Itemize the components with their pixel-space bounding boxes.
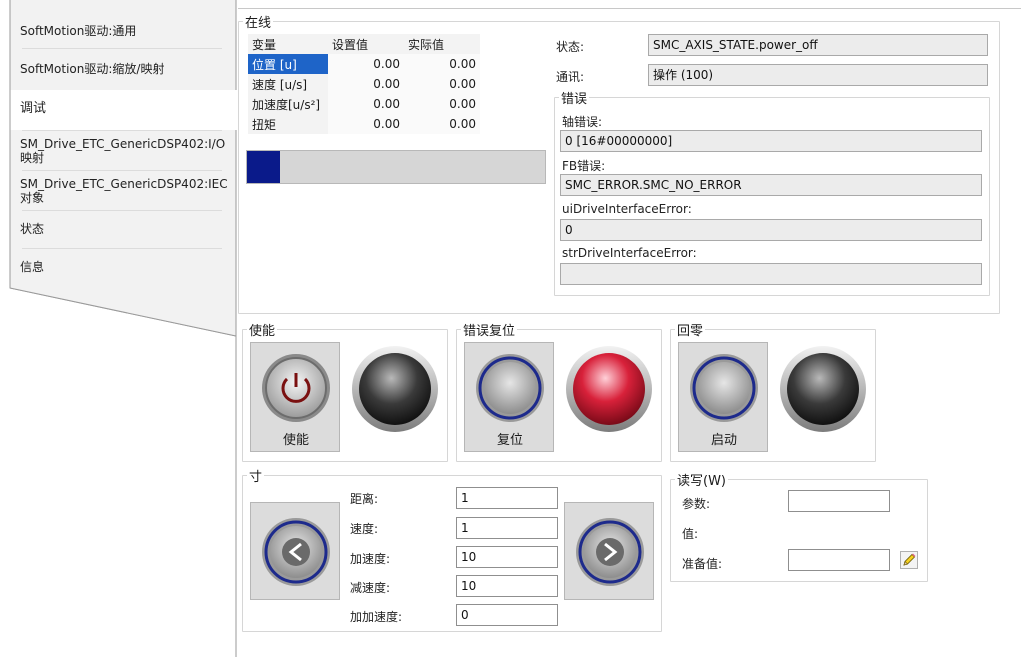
tab-separator [22,170,222,171]
tab-label: 信息 [20,260,45,274]
tab-separator [22,210,222,211]
debug-panel: 在线 变量 设置值 实际值 位置 [u] 0.00 0.00 速度 [u/s] … [238,8,1021,657]
table-row[interactable]: 扭矩 0.00 0.00 [248,114,480,134]
round-button-icon [476,354,544,422]
tab-label: SoftMotion驱动:通用 [20,24,137,38]
variables-table: 变量 设置值 实际值 位置 [u] 0.00 0.00 速度 [u/s] 0.0… [248,34,480,134]
enable-group-title: 使能 [249,324,276,339]
arrow-right-icon [576,518,644,586]
tab-debug[interactable]: 调试 [10,98,232,120]
tab-label: SoftMotion驱动:缩放/映射 [20,62,165,76]
tab-status[interactable]: 状态 [10,218,232,240]
homing-start-button[interactable]: 启动 [678,342,768,452]
progress-fill [247,151,280,183]
jog-jerk-input[interactable]: 0 [456,604,558,626]
actual-value: 0.00 [404,114,480,134]
jog-velocity-label: 速度: [350,522,379,536]
param-label: 参数: [682,497,711,511]
set-value: 0.00 [328,74,404,94]
tab-io-mapping[interactable]: SM_Drive_ETC_GenericDSP402:I/O 映射 [10,136,232,166]
arrow-left-icon [262,518,330,586]
jog-deceleration-input[interactable]: 10 [456,575,558,597]
power-icon [262,354,330,422]
tab-iec-objects[interactable]: SM_Drive_ETC_GenericDSP402:IEC 对象 [10,176,232,206]
table-header: 变量 设置值 实际值 [248,34,480,54]
status-value: SMC_AXIS_STATE.power_off [648,34,988,56]
prepare-value-label: 准备值: [682,557,723,571]
comm-label: 通讯: [556,70,585,84]
tab-label: SM_Drive_ETC_GenericDSP402:I/O 映射 [20,137,226,165]
enable-status-lamp [352,346,438,432]
tab-info[interactable]: 信息 [10,256,232,278]
jog-group-title: 寸 [249,470,263,485]
table-row[interactable]: 速度 [u/s] 0.00 0.00 [248,74,480,94]
set-value: 0.00 [328,54,404,74]
jog-jerk-label: 加加速度: [350,610,403,624]
str-drive-error-label: strDriveInterfaceError: [562,246,697,260]
jog-acceleration-label: 加速度: [350,552,391,566]
set-value: 0.00 [328,114,404,134]
variable-name: 扭矩 [248,114,328,134]
read-write-group-title: 读写(W) [677,474,726,489]
fb-error-value: SMC_ERROR.SMC_NO_ERROR [560,174,982,196]
reset-button-label: 复位 [496,433,523,448]
error-reset-group-title: 错误复位 [463,324,516,339]
set-value: 0.00 [328,94,404,114]
round-button-icon [690,354,758,422]
top-divider [238,8,1021,9]
prepare-value-input[interactable] [788,549,890,571]
tab-softmotion-general[interactable]: SoftMotion驱动:通用 [10,20,232,42]
tab-separator [22,130,222,131]
column-header: 设置值 [328,34,404,54]
online-group-title: 在线 [245,16,272,31]
tab-label: SM_Drive_ETC_GenericDSP402:IEC 对象 [20,177,228,205]
enable-button-label: 使能 [282,433,309,448]
homing-group-title: 回零 [677,324,704,339]
tab-softmotion-scaling[interactable]: SoftMotion驱动:缩放/映射 [10,58,232,80]
jog-right-button[interactable] [564,502,654,600]
table-row[interactable]: 位置 [u] 0.00 0.00 [248,54,480,74]
fb-error-label: FB错误: [562,159,606,173]
axis-error-label: 轴错误: [562,115,603,129]
param-input[interactable] [788,490,890,512]
status-label: 状态: [556,40,585,54]
comm-value: 操作 (100) [648,64,988,86]
position-progress-bar [246,150,546,184]
tab-label: 调试 [20,101,47,116]
jog-left-button[interactable] [250,502,340,600]
homing-status-lamp [780,346,866,432]
tab-strip: SoftMotion驱动:通用 SoftMotion驱动:缩放/映射 调试 SM… [0,0,238,657]
reset-button[interactable]: 复位 [464,342,554,452]
jog-distance-label: 距离: [350,492,379,506]
homing-button-label: 启动 [710,433,737,448]
ui-drive-error-label: uiDriveInterfaceError: [562,202,692,216]
jog-acceleration-input[interactable]: 10 [456,546,558,568]
ui-drive-error-value: 0 [560,219,982,241]
pencil-icon[interactable] [900,551,918,569]
enable-button[interactable]: 使能 [250,342,340,452]
jog-deceleration-label: 减速度: [350,581,391,595]
tab-separator [22,248,222,249]
axis-error-value: 0 [16#00000000] [560,130,982,152]
str-drive-error-value [560,263,982,285]
variable-name: 加速度[u/s²] [248,94,328,114]
table-row[interactable]: 加速度[u/s²] 0.00 0.00 [248,94,480,114]
variable-name: 位置 [u] [248,54,328,74]
tab-label: 状态 [20,222,45,236]
column-header: 变量 [248,34,328,54]
actual-value: 0.00 [404,94,480,114]
tab-separator [22,48,222,49]
variable-name: 速度 [u/s] [248,74,328,94]
jog-velocity-input[interactable]: 1 [456,517,558,539]
actual-value: 0.00 [404,54,480,74]
actual-value: 0.00 [404,74,480,94]
error-status-lamp [566,346,652,432]
column-header: 实际值 [404,34,480,54]
jog-distance-input[interactable]: 1 [456,487,558,509]
errors-group-title: 错误 [561,92,588,107]
value-label: 值: [682,527,699,541]
